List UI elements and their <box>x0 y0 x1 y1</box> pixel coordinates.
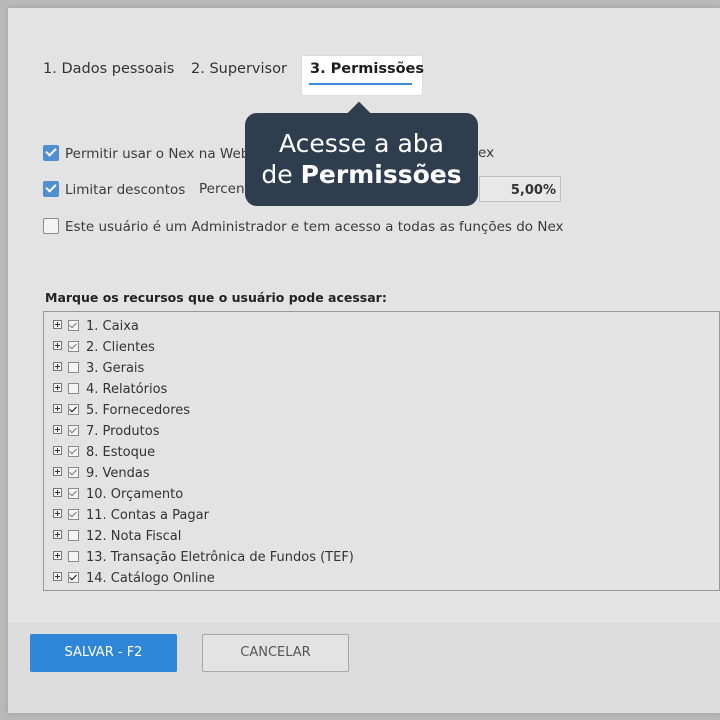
tree-item-label: 5. Fornecedores <box>86 403 191 418</box>
cancel-button[interactable]: CANCELAR <box>202 634 349 672</box>
tree-item[interactable]: 13. Transação Eletrônica de Fundos (TEF) <box>53 550 354 570</box>
expand-icon[interactable] <box>53 320 62 329</box>
admin-label: Este usuário é um Administrador e tem ac… <box>65 219 564 235</box>
option-web-access[interactable]: Permitir usar o Nex na Web <box>43 145 249 162</box>
tree-item-checkbox[interactable] <box>68 362 79 373</box>
tree-item-checkbox[interactable] <box>68 467 79 478</box>
expand-icon[interactable] <box>53 404 62 413</box>
tree-item[interactable]: 8. Estoque <box>53 445 155 465</box>
tree-item[interactable]: 5. Fornecedores <box>53 403 190 423</box>
expand-icon[interactable] <box>53 530 62 539</box>
tooltip-line-2-prefix: de <box>261 160 301 189</box>
web-access-checkbox[interactable] <box>43 145 59 161</box>
percent-label-text: Percent <box>199 181 250 197</box>
tree-item-label: 13. Transação Eletrônica de Fundos (TEF) <box>86 550 354 565</box>
resources-label: Marque os recursos que o usuário pode ac… <box>45 290 387 305</box>
tree-item-checkbox[interactable] <box>68 572 79 583</box>
tree-item-label: 1. Caixa <box>86 319 139 334</box>
tab-permissoes[interactable]: 3. Permissões <box>302 56 425 95</box>
resources-tree[interactable]: 1. Caixa 2. Clientes 3. Gerais 4. Relatório… <box>43 311 720 591</box>
dialog-content: 1. Dados pessoais 2. Supervisor 3. Permi… <box>8 8 720 623</box>
tree-item-label: 10. Orçamento <box>86 487 184 502</box>
tree-item-checkbox[interactable] <box>68 488 79 499</box>
tree-item-label: 2. Clientes <box>86 340 155 355</box>
expand-icon[interactable] <box>53 488 62 497</box>
expand-icon[interactable] <box>53 383 62 392</box>
tree-item[interactable]: 9. Vendas <box>53 466 150 486</box>
tree-item-checkbox[interactable] <box>68 320 79 331</box>
tree-item[interactable]: 3. Gerais <box>53 361 144 381</box>
limit-discounts-checkbox[interactable] <box>43 181 59 197</box>
tooltip-callout: Acesse a aba de Permissões <box>245 113 478 206</box>
active-tab-indicator <box>309 83 412 85</box>
option-web-access-tail: ex <box>478 145 494 161</box>
tree-item-checkbox[interactable] <box>68 425 79 436</box>
expand-icon[interactable] <box>53 509 62 518</box>
tree-item[interactable]: 14. Catálogo Online <box>53 571 215 590</box>
tooltip-line-2-bold: Permissões <box>300 160 462 189</box>
expand-icon[interactable] <box>53 446 62 455</box>
tab-dados-pessoais[interactable]: 1. Dados pessoais <box>43 61 174 77</box>
tree-item[interactable]: 12. Nota Fiscal <box>53 529 181 549</box>
tree-item-label: 9. Vendas <box>86 466 150 481</box>
tab-permissoes-label: 3. Permissões <box>310 61 425 77</box>
expand-icon[interactable] <box>53 551 62 560</box>
tree-item-label: 3. Gerais <box>86 361 145 376</box>
tree-item[interactable]: 10. Orçamento <box>53 487 183 507</box>
tab-supervisor[interactable]: 2. Supervisor <box>191 61 287 77</box>
tree-item-label: 11. Contas a Pagar <box>86 508 209 523</box>
web-access-tail-text: ex <box>478 145 495 161</box>
percent-label: Percent <box>199 181 250 197</box>
tree-item-label: 8. Estoque <box>86 445 156 460</box>
option-admin[interactable]: Este usuário é um Administrador e tem ac… <box>43 218 564 235</box>
user-dialog: 1. Dados pessoais 2. Supervisor 3. Permi… <box>8 8 720 713</box>
expand-icon[interactable] <box>53 362 62 371</box>
percent-input[interactable]: 5,00% <box>479 176 561 202</box>
web-access-label: Permitir usar o Nex na Web <box>65 146 250 162</box>
tooltip-line-1: Acesse a aba <box>279 129 444 158</box>
tree-item-checkbox[interactable] <box>68 551 79 562</box>
tree-item-label: 7. Produtos <box>86 424 160 439</box>
tree-item-label: 14. Catálogo Online <box>86 571 215 586</box>
tree-item-checkbox[interactable] <box>68 509 79 520</box>
tree-item-checkbox[interactable] <box>68 446 79 457</box>
tree-item[interactable]: 7. Produtos <box>53 424 159 444</box>
expand-icon[interactable] <box>53 341 62 350</box>
tree-item[interactable]: 4. Relatórios <box>53 382 167 402</box>
option-limit-discounts[interactable]: Limitar descontos <box>43 181 185 198</box>
limit-discounts-label: Limitar descontos <box>65 182 186 198</box>
tree-item-checkbox[interactable] <box>68 404 79 415</box>
tooltip-line-2: de Permissões <box>245 159 478 190</box>
tree-item[interactable]: 11. Contas a Pagar <box>53 508 209 528</box>
save-button[interactable]: SALVAR - F2 <box>30 634 177 672</box>
expand-icon[interactable] <box>53 572 62 581</box>
tree-item-label: 12. Nota Fiscal <box>86 529 182 544</box>
tree-item-label: 4. Relatórios <box>86 382 168 397</box>
tree-item[interactable]: 1. Caixa <box>53 319 139 339</box>
tree-item[interactable]: 2. Clientes <box>53 340 155 360</box>
expand-icon[interactable] <box>53 425 62 434</box>
tree-item-checkbox[interactable] <box>68 341 79 352</box>
expand-icon[interactable] <box>53 467 62 476</box>
tree-item-checkbox[interactable] <box>68 383 79 394</box>
admin-checkbox[interactable] <box>43 218 59 234</box>
tree-item-checkbox[interactable] <box>68 530 79 541</box>
